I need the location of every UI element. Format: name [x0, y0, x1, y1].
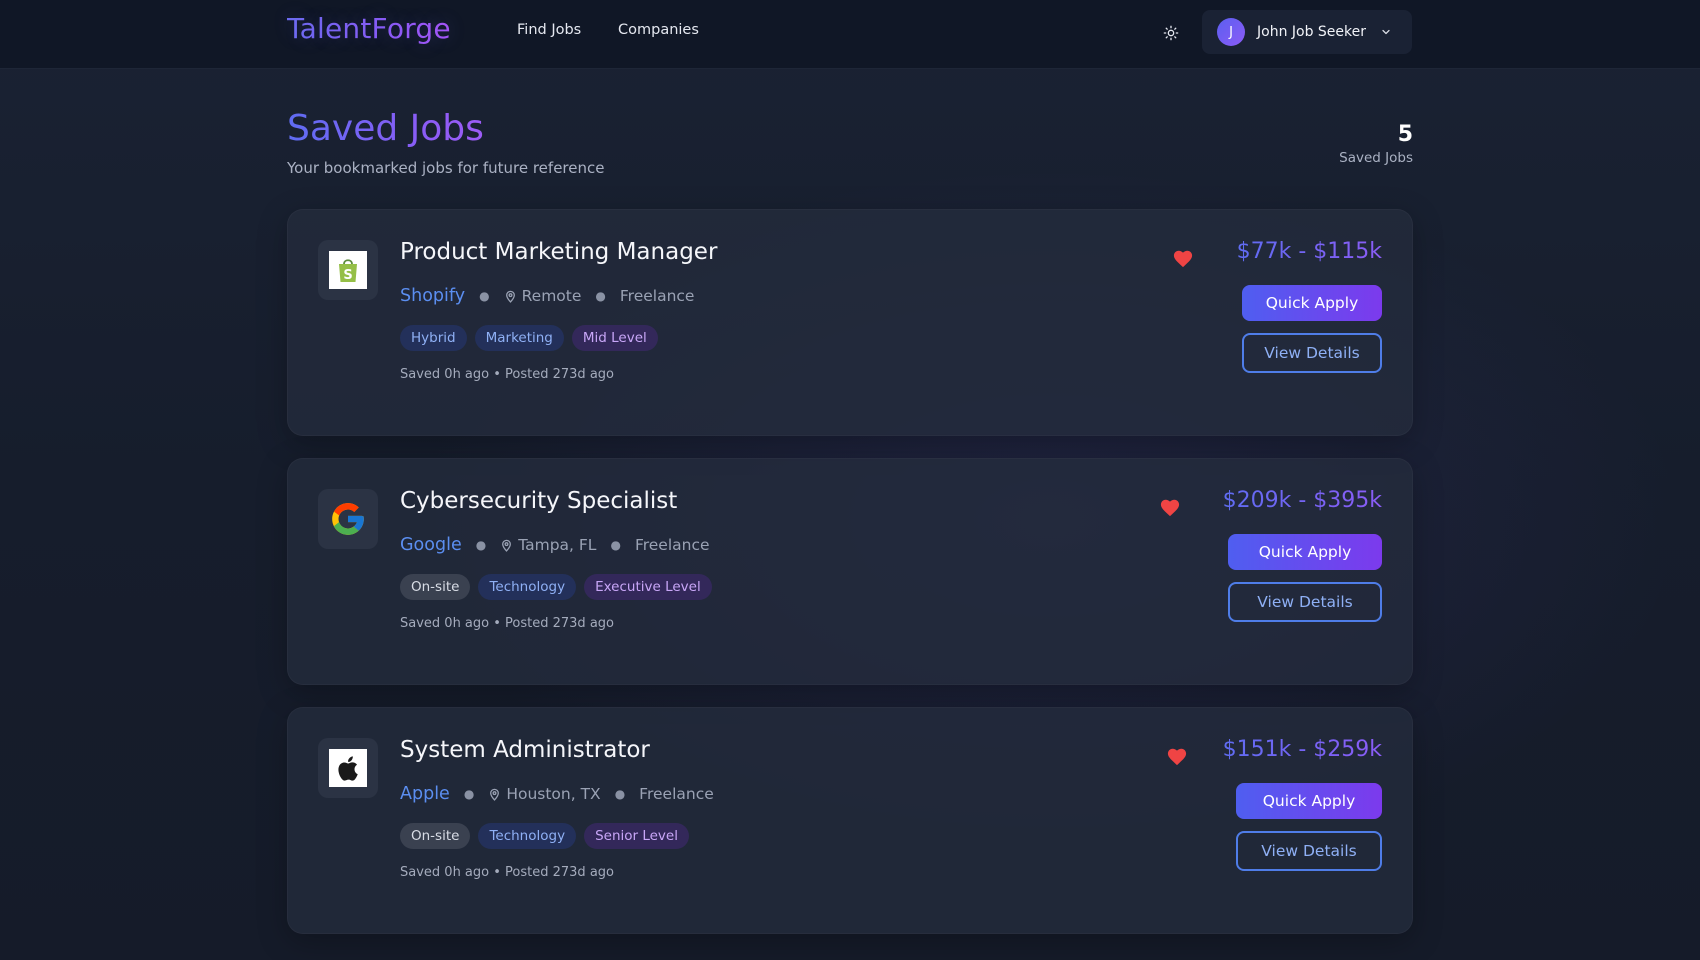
- company-link[interactable]: Google: [400, 535, 462, 555]
- tag-work-mode: Hybrid: [400, 325, 467, 351]
- job-title[interactable]: Cybersecurity Specialist: [400, 488, 677, 514]
- theme-toggle-button[interactable]: [1160, 22, 1182, 44]
- page-title: Saved Jobs: [287, 108, 484, 149]
- quick-apply-button[interactable]: Quick Apply: [1242, 285, 1382, 321]
- tag-level: Senior Level: [584, 823, 689, 849]
- salary-range: $77k - $115k: [1236, 239, 1382, 264]
- tag-category: Marketing: [474, 325, 564, 351]
- google-logo-icon: [318, 489, 378, 549]
- job-type: Freelance: [634, 536, 710, 554]
- heart-icon[interactable]: [1172, 248, 1194, 268]
- user-name: John Job Seeker: [1257, 24, 1367, 40]
- saved-posted-meta: Saved 0h ago • Posted 273d ago: [400, 367, 614, 382]
- avatar: J: [1217, 18, 1245, 46]
- job-location: Tampa, FL: [518, 536, 597, 554]
- job-title[interactable]: Product Marketing Manager: [400, 239, 717, 265]
- separator-dot: ●: [610, 538, 621, 552]
- separator-dot: ●: [463, 787, 475, 801]
- heart-icon[interactable]: [1166, 746, 1188, 766]
- job-card[interactable]: S Product Marketing Manager Shopify ● Re…: [287, 209, 1413, 436]
- separator-dot: ●: [475, 538, 487, 552]
- saved-count: 5: [1397, 122, 1413, 147]
- view-details-button[interactable]: View Details: [1242, 333, 1382, 373]
- job-meta: Shopify ● Remote ● Freelance: [400, 286, 694, 306]
- tag-list: On-site Technology Executive Level: [400, 574, 712, 600]
- user-menu-button[interactable]: J John Job Seeker: [1202, 10, 1412, 54]
- saved-count-box: 5 Saved Jobs: [1339, 122, 1413, 166]
- sun-icon: [1163, 25, 1179, 41]
- shopify-logo-icon: S: [318, 240, 378, 300]
- tag-list: On-site Technology Senior Level: [400, 823, 689, 849]
- location-pin-icon: [500, 539, 513, 552]
- separator-dot: ●: [479, 289, 490, 303]
- job-meta: Apple ● Houston, TX ● Freelance: [400, 784, 714, 804]
- heart-icon[interactable]: [1159, 497, 1181, 517]
- salary-range: $151k - $259k: [1222, 737, 1382, 762]
- job-type: Freelance: [639, 785, 714, 803]
- tag-list: Hybrid Marketing Mid Level: [400, 325, 658, 351]
- saved-posted-meta: Saved 0h ago • Posted 273d ago: [400, 865, 614, 880]
- saved-count-label: Saved Jobs: [1339, 150, 1413, 166]
- svg-text:S: S: [343, 268, 352, 283]
- top-navigation-bar: TalentForge Find Jobs Companies J John J…: [0, 0, 1700, 69]
- quick-apply-button[interactable]: Quick Apply: [1236, 783, 1382, 819]
- tag-category: Technology: [478, 823, 577, 849]
- salary-range: $209k - $395k: [1222, 488, 1382, 513]
- tag-category: Technology: [478, 574, 577, 600]
- company-link[interactable]: Apple: [400, 784, 450, 804]
- tag-work-mode: On-site: [400, 574, 471, 600]
- job-location: Remote: [521, 287, 582, 305]
- separator-dot: ●: [614, 787, 626, 801]
- tag-level: Mid Level: [571, 325, 658, 351]
- tag-level: Executive Level: [584, 574, 712, 600]
- chevron-down-icon: [1380, 26, 1392, 38]
- view-details-button[interactable]: View Details: [1236, 831, 1382, 871]
- nav-find-jobs[interactable]: Find Jobs: [517, 22, 581, 38]
- apple-logo-icon: [318, 738, 378, 798]
- separator-dot: ●: [595, 289, 606, 303]
- job-type: Freelance: [619, 287, 695, 305]
- job-card[interactable]: System Administrator Apple ● Houston, TX…: [287, 707, 1413, 934]
- location-pin-icon: [488, 788, 501, 801]
- job-card[interactable]: Cybersecurity Specialist Google ● Tampa,…: [287, 458, 1413, 685]
- nav-companies[interactable]: Companies: [618, 22, 699, 38]
- job-title[interactable]: System Administrator: [400, 737, 650, 763]
- tag-work-mode: On-site: [400, 823, 471, 849]
- company-link[interactable]: Shopify: [400, 286, 465, 306]
- page-subtitle: Your bookmarked jobs for future referenc…: [287, 159, 605, 177]
- location-pin-icon: [504, 290, 517, 303]
- talentforge-logo[interactable]: TalentForge: [287, 12, 451, 45]
- job-location: Houston, TX: [506, 785, 601, 803]
- view-details-button[interactable]: View Details: [1228, 582, 1382, 622]
- job-meta: Google ● Tampa, FL ● Freelance: [400, 535, 710, 555]
- saved-posted-meta: Saved 0h ago • Posted 273d ago: [400, 616, 614, 631]
- quick-apply-button[interactable]: Quick Apply: [1228, 534, 1382, 570]
